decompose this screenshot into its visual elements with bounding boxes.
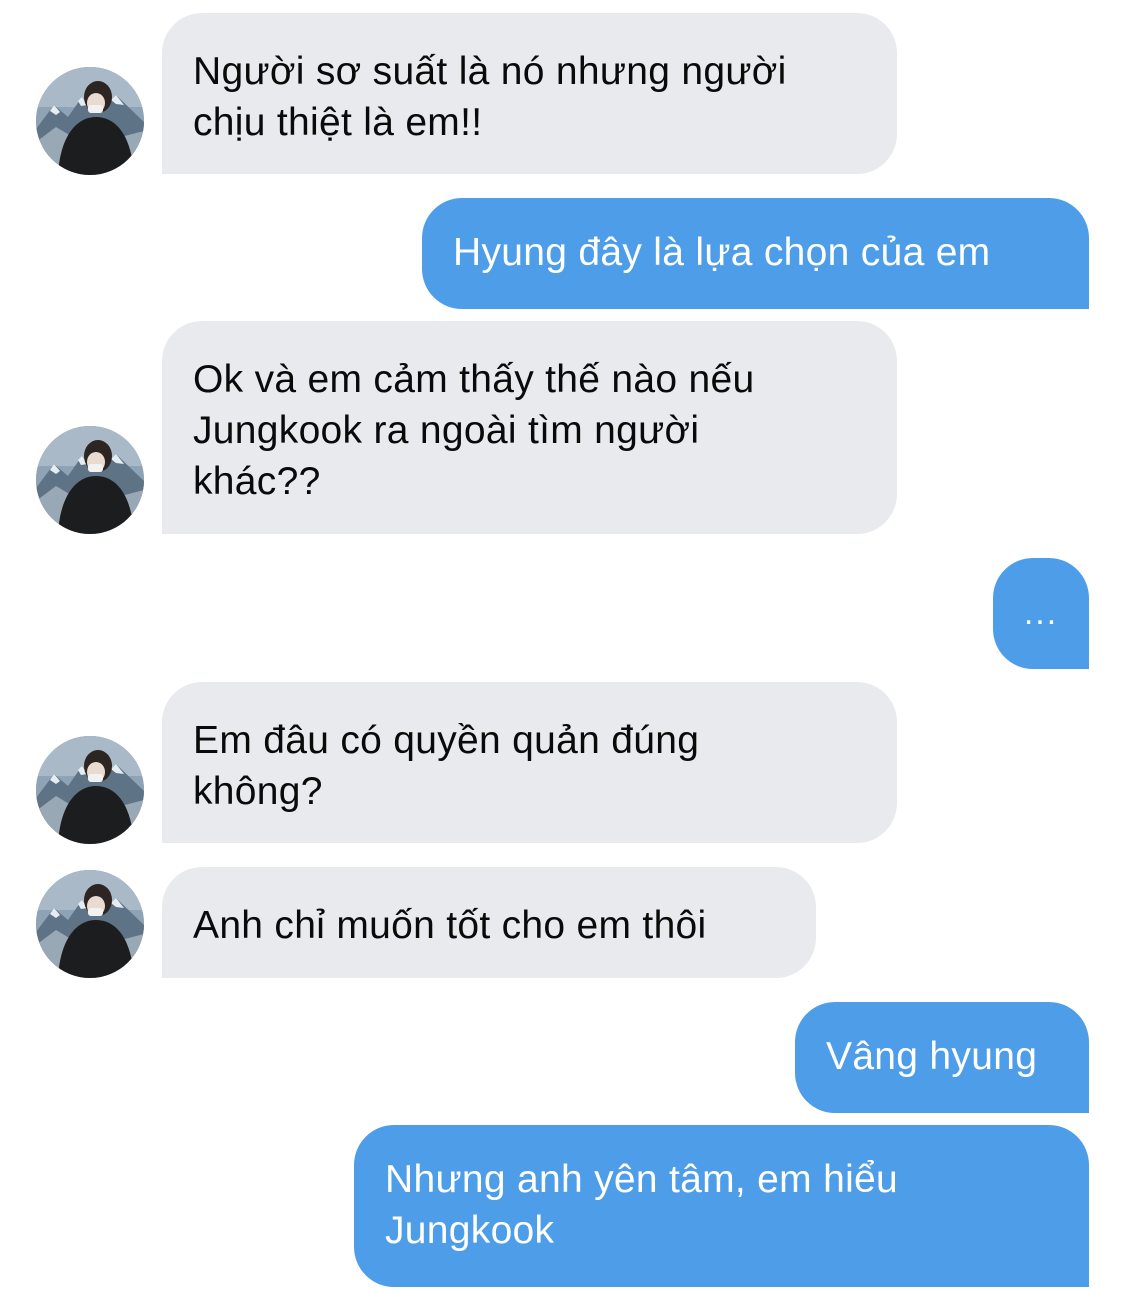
incoming-message-bubble[interactable]: Em đâu có quyền quản đúng không?	[162, 682, 897, 843]
incoming-message-bubble[interactable]: Anh chỉ muốn tốt cho em thôi	[162, 867, 816, 978]
outgoing-message-bubble[interactable]: Vâng hyung	[795, 1002, 1089, 1113]
contact-avatar[interactable]	[36, 736, 144, 844]
outgoing-message-bubble[interactable]: Hyung đây là lựa chọn của em	[422, 198, 1089, 309]
outgoing-message-bubble[interactable]: ...	[993, 558, 1089, 669]
incoming-message-bubble[interactable]: Người sơ suất là nó nhưng người chịu thi…	[162, 13, 897, 174]
contact-avatar[interactable]	[36, 67, 144, 175]
outgoing-message-bubble[interactable]: Nhưng anh yên tâm, em hiểu Jungkook	[354, 1125, 1089, 1287]
incoming-message-bubble[interactable]: Ok và em cảm thấy thế nào nếu Jungkook r…	[162, 321, 897, 534]
contact-avatar[interactable]	[36, 426, 144, 534]
contact-avatar[interactable]	[36, 870, 144, 978]
